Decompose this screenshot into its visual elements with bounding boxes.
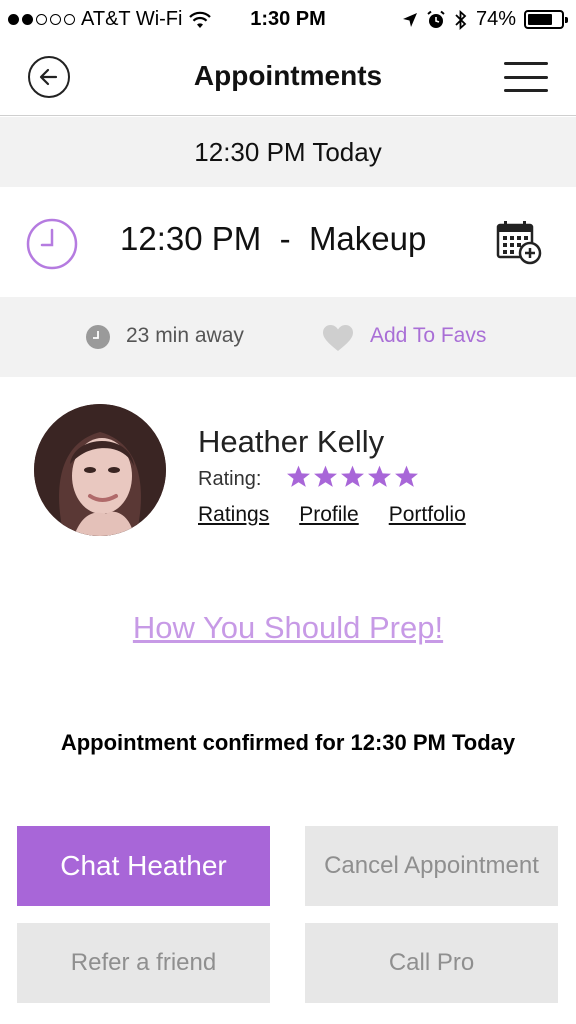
bluetooth-icon <box>455 9 467 30</box>
star-icon <box>341 465 364 487</box>
clock-small-icon <box>86 325 110 349</box>
clock-icon <box>26 218 78 270</box>
provider-avatar[interactable] <box>34 404 166 536</box>
confirmation-message: Appointment confirmed for 12:30 PM Today <box>60 730 516 755</box>
back-button[interactable] <box>28 56 70 98</box>
star-icon <box>287 465 310 487</box>
appointment-separator: - <box>279 220 291 257</box>
ratings-link[interactable]: Ratings <box>198 503 269 527</box>
app-header: Appointments <box>0 40 576 116</box>
provider-name: Heather Kelly <box>198 424 385 459</box>
appointment-time: 12:30 PM <box>120 220 262 257</box>
star-icon <box>314 465 337 487</box>
status-left: AT&T Wi-Fi <box>8 8 212 31</box>
appointment-row: 12:30 PM - Makeup <box>0 187 576 297</box>
signal-strength-icon <box>8 14 75 25</box>
hamburger-line <box>504 75 548 79</box>
status-bar: AT&T Wi-Fi 1:30 PM 74% <box>0 0 576 40</box>
battery-level <box>528 14 552 25</box>
rating-stars <box>286 464 419 489</box>
battery-percent: 74% <box>475 8 516 30</box>
distance-favorite-bar: 23 min away Add To Favs <box>0 297 576 377</box>
carrier-label: AT&T Wi-Fi <box>81 8 183 30</box>
back-arrow-icon <box>39 68 58 86</box>
provider-links: Ratings Profile Portfolio <box>198 503 466 527</box>
menu-button[interactable] <box>504 62 548 92</box>
prep-guide-link[interactable]: How You Should Prep! <box>0 610 576 646</box>
refer-friend-button[interactable]: Refer a friend <box>17 923 270 1003</box>
provider-photo <box>34 404 166 536</box>
appointment-summary: 12:30 PM - Makeup <box>120 220 426 258</box>
cancel-appointment-button[interactable]: Cancel Appointment <box>305 826 558 906</box>
appointment-date-label: 12:30 PM Today <box>194 136 382 167</box>
call-pro-button[interactable]: Call Pro <box>305 923 558 1003</box>
portfolio-link[interactable]: Portfolio <box>389 503 466 527</box>
heart-icon[interactable] <box>322 324 354 352</box>
calendar-add-icon[interactable] <box>496 219 542 265</box>
page-title: Appointments <box>193 60 383 91</box>
wifi-icon <box>189 11 212 28</box>
add-to-favs-link[interactable]: Add To Favs <box>370 324 486 348</box>
appointment-service: Makeup <box>308 220 427 257</box>
star-icon <box>395 465 418 487</box>
status-right: 74% <box>402 8 568 31</box>
alarm-clock-icon <box>427 10 445 28</box>
rating-label: Rating: <box>198 468 262 490</box>
profile-link[interactable]: Profile <box>299 503 359 527</box>
hamburger-line <box>504 62 548 65</box>
chat-button[interactable]: Chat Heather <box>17 826 270 906</box>
battery-icon <box>524 10 568 29</box>
appointment-date-bar: 12:30 PM Today <box>0 117 576 187</box>
travel-time: 23 min away <box>126 324 244 347</box>
star-icon <box>368 465 391 487</box>
hamburger-line <box>504 89 548 92</box>
location-arrow-icon <box>402 12 417 27</box>
